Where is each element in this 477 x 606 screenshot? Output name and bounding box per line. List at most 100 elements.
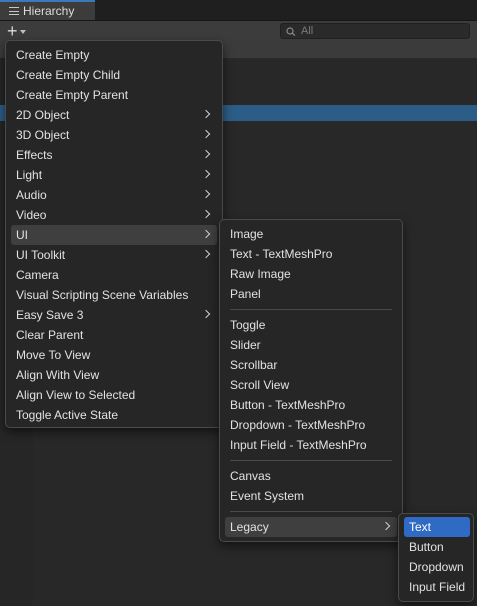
panel-tab-bar: Hierarchy [0, 0, 477, 21]
menu-item-label: Canvas [230, 469, 271, 483]
chevron-right-icon [201, 309, 211, 319]
menu-item-button-textmeshpro[interactable]: Button - TextMeshPro [225, 395, 397, 415]
menu-item-text-textmeshpro[interactable]: Text - TextMeshPro [225, 244, 397, 264]
add-button[interactable]: + [4, 22, 34, 40]
menu-item-create-empty[interactable]: Create Empty [11, 45, 217, 65]
plus-icon: + [7, 21, 18, 41]
menu-item-canvas[interactable]: Canvas [225, 466, 397, 486]
chevron-right-icon [201, 109, 211, 119]
menu-item-label: Dropdown [409, 560, 464, 574]
menu-item-audio[interactable]: Audio [11, 185, 217, 205]
chevron-right-icon [201, 209, 211, 219]
menu-item-create-empty-parent[interactable]: Create Empty Parent [11, 85, 217, 105]
menu-item-align-view-to-selected[interactable]: Align View to Selected [11, 385, 217, 405]
menu-item-light[interactable]: Light [11, 165, 217, 185]
chevron-right-icon [201, 129, 211, 139]
menu-item-event-system[interactable]: Event System [225, 486, 397, 506]
menu-separator [230, 309, 392, 310]
menu-item-label: Image [230, 227, 264, 241]
menu-item-label: Panel [230, 287, 261, 301]
menu-item-label: Create Empty [16, 48, 90, 62]
menu-item-label: Toggle [230, 318, 266, 332]
chevron-right-icon [381, 521, 391, 531]
menu-item-label: Align With View [16, 368, 100, 382]
menu-item-label: Create Empty Parent [16, 88, 129, 102]
menu-item-dropdown-textmeshpro[interactable]: Dropdown - TextMeshPro [225, 415, 397, 435]
tab-label: Hierarchy [23, 4, 75, 18]
menu-item-label: UI [16, 228, 28, 242]
menu-item-slider[interactable]: Slider [225, 335, 397, 355]
menu-item-label: 2D Object [16, 108, 70, 122]
menu-item-label: Video [16, 208, 47, 222]
menu-item-2d-object[interactable]: 2D Object [11, 105, 217, 125]
menu-item-camera[interactable]: Camera [11, 265, 217, 285]
search-icon [286, 26, 296, 36]
menu-item-label: Effects [16, 148, 53, 162]
hierarchy-list-icon [9, 7, 19, 15]
menu-item-ui[interactable]: UI [11, 225, 217, 245]
menu-item-label: Legacy [230, 520, 269, 534]
menu-item-scroll-view[interactable]: Scroll View [225, 375, 397, 395]
chevron-right-icon [201, 149, 211, 159]
menu-item-label: Input Field - TextMeshPro [230, 438, 367, 452]
menu-item-label: Dropdown - TextMeshPro [230, 418, 366, 432]
menu-item-ui-toolkit[interactable]: UI Toolkit [11, 245, 217, 265]
menu-item-label: Scroll View [230, 378, 290, 392]
menu-item-label: Light [16, 168, 43, 182]
menu-item-legacy[interactable]: Legacy [225, 517, 397, 537]
menu-separator [230, 511, 392, 512]
menu-item-label: Audio [16, 188, 47, 202]
menu-item-label: Text - TextMeshPro [230, 247, 333, 261]
menu-item-align-with-view[interactable]: Align With View [11, 365, 217, 385]
menu-item-label: Clear Parent [16, 328, 84, 342]
menu-item-label: Align View to Selected [16, 388, 136, 402]
legacy-submenu: Text Button Dropdown Input Field [398, 513, 474, 602]
search-field[interactable] [280, 23, 470, 39]
menu-item-image[interactable]: Image [225, 224, 397, 244]
menu-item-label: Slider [230, 338, 261, 352]
chevron-right-icon [201, 229, 211, 239]
hierarchy-toolbar: + [0, 21, 477, 41]
dropdown-caret-icon [19, 30, 26, 34]
menu-item-create-empty-child[interactable]: Create Empty Child [11, 65, 217, 85]
menu-separator [230, 460, 392, 461]
menu-item-label: Toggle Active State [16, 408, 119, 422]
tab-hierarchy[interactable]: Hierarchy [0, 0, 95, 20]
menu-item-input-field-textmeshpro[interactable]: Input Field - TextMeshPro [225, 435, 397, 455]
ui-submenu: Image Text - TextMeshPro Raw Image Panel Tog… [219, 219, 403, 542]
menu-item-scrollbar[interactable]: Scrollbar [225, 355, 397, 375]
menu-item-label: Camera [16, 268, 59, 282]
menu-item-label: Move To View [16, 348, 91, 362]
menu-item-video[interactable]: Video [11, 205, 217, 225]
menu-item-label: Event System [230, 489, 305, 503]
menu-item-input-field[interactable]: Input Field [404, 577, 470, 597]
chevron-right-icon [201, 249, 211, 259]
menu-item-dropdown[interactable]: Dropdown [404, 557, 470, 577]
chevron-right-icon [201, 169, 211, 179]
menu-item-raw-image[interactable]: Raw Image [225, 264, 397, 284]
menu-item-label: 3D Object [16, 128, 70, 142]
menu-item-toggle[interactable]: Toggle [225, 315, 397, 335]
menu-item-3d-object[interactable]: 3D Object [11, 125, 217, 145]
menu-item-label: Visual Scripting Scene Variables [16, 288, 189, 302]
menu-item-effects[interactable]: Effects [11, 145, 217, 165]
menu-item-label: Raw Image [230, 267, 291, 281]
menu-item-toggle-active-state[interactable]: Toggle Active State [11, 405, 217, 425]
create-menu: Create Empty Create Empty Child Create Emp… [5, 40, 223, 428]
menu-item-panel[interactable]: Panel [225, 284, 397, 304]
menu-item-easy-save-3[interactable]: Easy Save 3 [11, 305, 217, 325]
menu-item-move-to-view[interactable]: Move To View [11, 345, 217, 365]
menu-item-clear-parent[interactable]: Clear Parent [11, 325, 217, 345]
menu-item-button[interactable]: Button [404, 537, 470, 557]
search-input[interactable] [301, 25, 451, 37]
menu-item-label: Button [409, 540, 444, 554]
menu-item-label: Create Empty Child [16, 68, 121, 82]
menu-item-text[interactable]: Text [404, 517, 470, 537]
menu-item-visual-scripting-scene-variables[interactable]: Visual Scripting Scene Variables [11, 285, 217, 305]
menu-item-label: Easy Save 3 [16, 308, 84, 322]
menu-item-label: Scrollbar [230, 358, 278, 372]
menu-item-label: Input Field [409, 580, 466, 594]
menu-item-label: Text [409, 520, 432, 534]
menu-item-label: Button - TextMeshPro [230, 398, 346, 412]
chevron-right-icon [201, 189, 211, 199]
